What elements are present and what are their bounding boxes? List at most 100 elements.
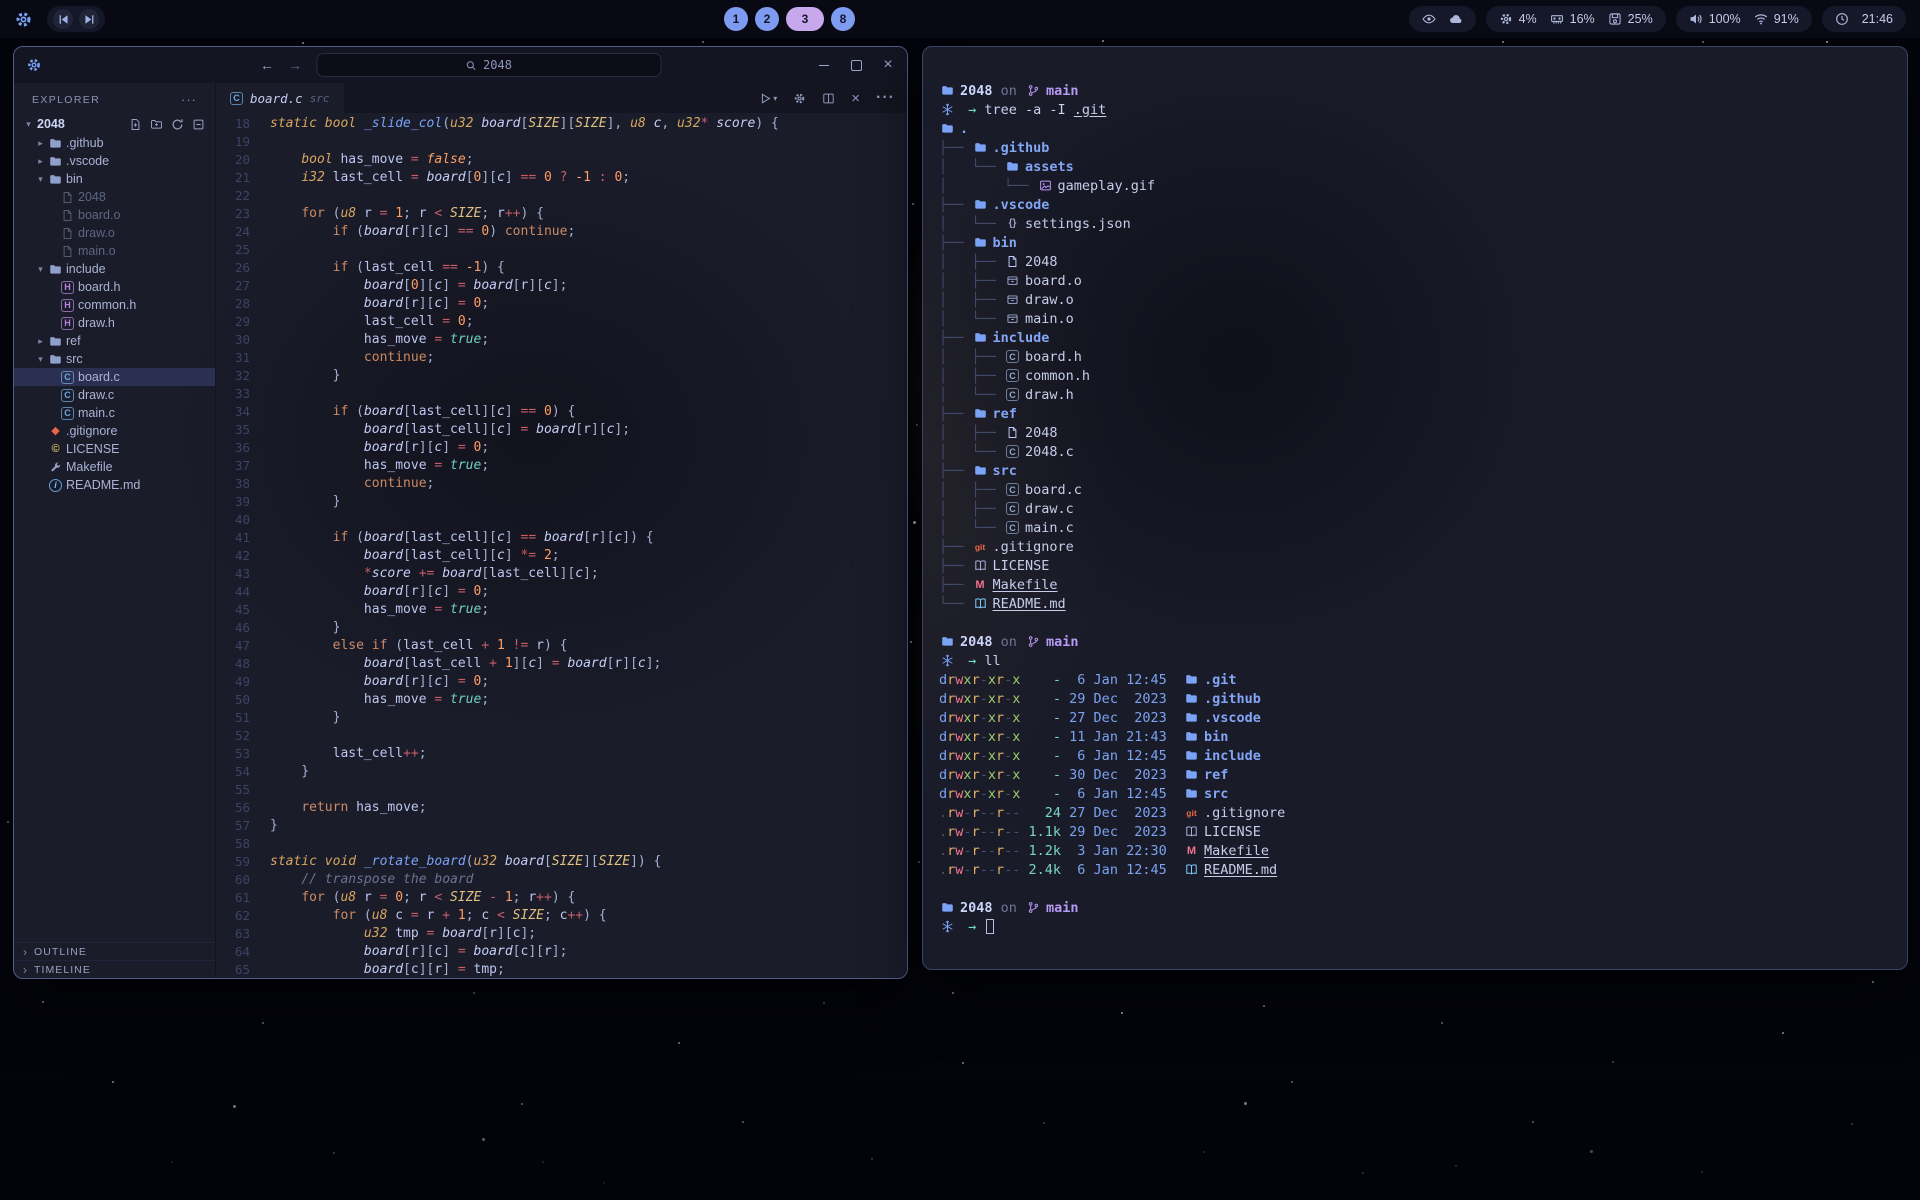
- system-logo-icon[interactable]: [14, 10, 33, 29]
- terminal-line: →: [939, 917, 1891, 936]
- explorer-item-main-c[interactable]: Cmain.c: [14, 404, 215, 422]
- tab-board-c[interactable]: C board.c src: [216, 83, 344, 113]
- more-actions-button[interactable]: ···: [876, 89, 895, 107]
- refresh-button[interactable]: [171, 118, 184, 131]
- memory-indicator[interactable]: 16%: [1550, 12, 1595, 26]
- sidebar-section-outline[interactable]: ›OUTLINE: [14, 942, 215, 960]
- chevron-right-icon[interactable]: ▸: [34, 336, 47, 347]
- chevron-down-icon[interactable]: ▾: [34, 174, 47, 185]
- folder-icon: [1183, 787, 1200, 800]
- license-icon: ©: [47, 443, 64, 456]
- new-file-button[interactable]: [129, 118, 142, 131]
- settings-button[interactable]: [793, 92, 806, 105]
- explorer-item-2048[interactable]: 2048: [14, 188, 215, 206]
- file-name: Makefile: [1204, 843, 1269, 859]
- explorer-item-common-h[interactable]: Hcommon.h: [14, 296, 215, 314]
- explorer-item-board-h[interactable]: Hboard.h: [14, 278, 215, 296]
- split-editor-button[interactable]: [822, 92, 835, 105]
- line-number: 49: [216, 673, 250, 691]
- explorer-item-2048[interactable]: ▾2048: [14, 114, 215, 134]
- wifi-indicator[interactable]: 91%: [1754, 12, 1799, 26]
- workspace-8[interactable]: 8: [831, 7, 855, 31]
- code-line: 29 last_cell = 0;: [216, 313, 907, 331]
- code-line: 21 i32 last_cell = board[0][c] == 0 ? -1…: [216, 169, 907, 187]
- editor-window[interactable]: ← → 2048 × EXPLORER ··· ▾2048▸.github▸.v…: [13, 46, 908, 979]
- code-editor[interactable]: 18static bool _slide_col(u32 board[SIZE]…: [216, 113, 907, 978]
- workspace-1[interactable]: 1: [724, 7, 748, 31]
- line-number: 58: [216, 835, 250, 853]
- chevron-right-icon[interactable]: ▸: [34, 138, 47, 149]
- folder-icon: [939, 901, 956, 914]
- explorer-item-board-o[interactable]: board.o: [14, 206, 215, 224]
- code-line: 31 continue;: [216, 349, 907, 367]
- explorer-item-label: main.o: [78, 244, 116, 258]
- explorer-item-board-c[interactable]: Cboard.c: [14, 368, 215, 386]
- maximize-button[interactable]: [849, 58, 863, 72]
- run-button[interactable]: ▾: [759, 92, 777, 105]
- git-text-icon: git: [1183, 808, 1200, 818]
- weather-module[interactable]: [1409, 6, 1476, 32]
- explorer-item-draw-h[interactable]: Hdraw.h: [14, 314, 215, 332]
- close-button[interactable]: ×: [881, 58, 895, 72]
- code-line: 63 u32 tmp = board[r][c];: [216, 925, 907, 943]
- code-line: 30 has_move = true;: [216, 331, 907, 349]
- chevron-right-icon[interactable]: ▸: [34, 156, 47, 167]
- close-editor-button[interactable]: ×: [851, 90, 860, 107]
- cpu-indicator[interactable]: 4%: [1499, 12, 1537, 26]
- line-number: 57: [216, 817, 250, 835]
- line-number: 20: [216, 151, 250, 169]
- code-line: 33: [216, 385, 907, 403]
- terminal-window[interactable]: 2048 on main → tree -a -I .git.├── .gith…: [922, 46, 1908, 970]
- code-line: 40: [216, 511, 907, 529]
- audio-network-module[interactable]: 100% 91%: [1676, 6, 1812, 32]
- explorer-item--gitignore[interactable]: ◆.gitignore: [14, 422, 215, 440]
- file-icon: [59, 245, 76, 258]
- code-line: 32 }: [216, 367, 907, 385]
- minimize-button[interactable]: [817, 58, 831, 72]
- explorer-item-draw-o[interactable]: draw.o: [14, 224, 215, 242]
- explorer-item-src[interactable]: ▾src: [14, 350, 215, 368]
- terminal-output[interactable]: 2048 on main → tree -a -I .git.├── .gith…: [939, 81, 1891, 936]
- explorer-item-readme-md[interactable]: iREADME.md: [14, 476, 215, 494]
- explorer-item--vscode[interactable]: ▸.vscode: [14, 152, 215, 170]
- history-forward-button[interactable]: →: [288, 57, 302, 73]
- line-number: 63: [216, 925, 250, 943]
- editor-titlebar[interactable]: ← → 2048 ×: [14, 47, 907, 83]
- explorer-item-main-o[interactable]: main.o: [14, 242, 215, 260]
- chevron-down-icon[interactable]: ▾: [34, 264, 47, 275]
- terminal-line: .rw-r--r-- 2.4k 6 Jan 12:45 README.md: [939, 860, 1891, 879]
- chevron-down-icon[interactable]: ▾: [22, 119, 35, 130]
- explorer-item-ref[interactable]: ▸ref: [14, 332, 215, 350]
- folder-icon: [939, 84, 956, 97]
- workspace-2[interactable]: 2: [755, 7, 779, 31]
- collapse-button[interactable]: [192, 118, 205, 131]
- explorer-menu-button[interactable]: ···: [181, 92, 205, 107]
- explorer-item-label: 2048: [78, 190, 106, 204]
- dir-name: .: [960, 121, 968, 137]
- system-stats-module[interactable]: 4% 16% 25%: [1486, 6, 1666, 32]
- file-name: LICENSE: [993, 558, 1050, 574]
- explorer-item-include[interactable]: ▾include: [14, 260, 215, 278]
- command-center[interactable]: 2048: [316, 53, 661, 77]
- volume-indicator[interactable]: 100%: [1689, 12, 1741, 26]
- terminal-line: → tree -a -I .git: [939, 100, 1891, 119]
- chevron-down-icon[interactable]: ▾: [34, 354, 47, 365]
- history-back-button[interactable]: ←: [260, 57, 274, 73]
- explorer-item-label: draw.h: [78, 316, 115, 330]
- sidebar-section-timeline[interactable]: ›TIMELINE: [14, 960, 215, 978]
- explorer-item-bin[interactable]: ▾bin: [14, 170, 215, 188]
- explorer-item-draw-c[interactable]: Cdraw.c: [14, 386, 215, 404]
- explorer-item-makefile[interactable]: Makefile: [14, 458, 215, 476]
- explorer-item--github[interactable]: ▸.github: [14, 134, 215, 152]
- explorer-item-license[interactable]: ©LICENSE: [14, 440, 215, 458]
- code-line: 35 board[last_cell][c] = board[r][c];: [216, 421, 907, 439]
- new-folder-button[interactable]: [150, 118, 163, 131]
- code-line: 52: [216, 727, 907, 745]
- media-next-button[interactable]: [79, 9, 99, 29]
- media-prev-button[interactable]: [53, 9, 73, 29]
- clock-module[interactable]: 21:46: [1822, 6, 1906, 32]
- workspace-3[interactable]: 3: [786, 7, 824, 31]
- disk-indicator[interactable]: 25%: [1608, 12, 1653, 26]
- line-number: 30: [216, 331, 250, 349]
- gear-icon: [793, 92, 806, 105]
